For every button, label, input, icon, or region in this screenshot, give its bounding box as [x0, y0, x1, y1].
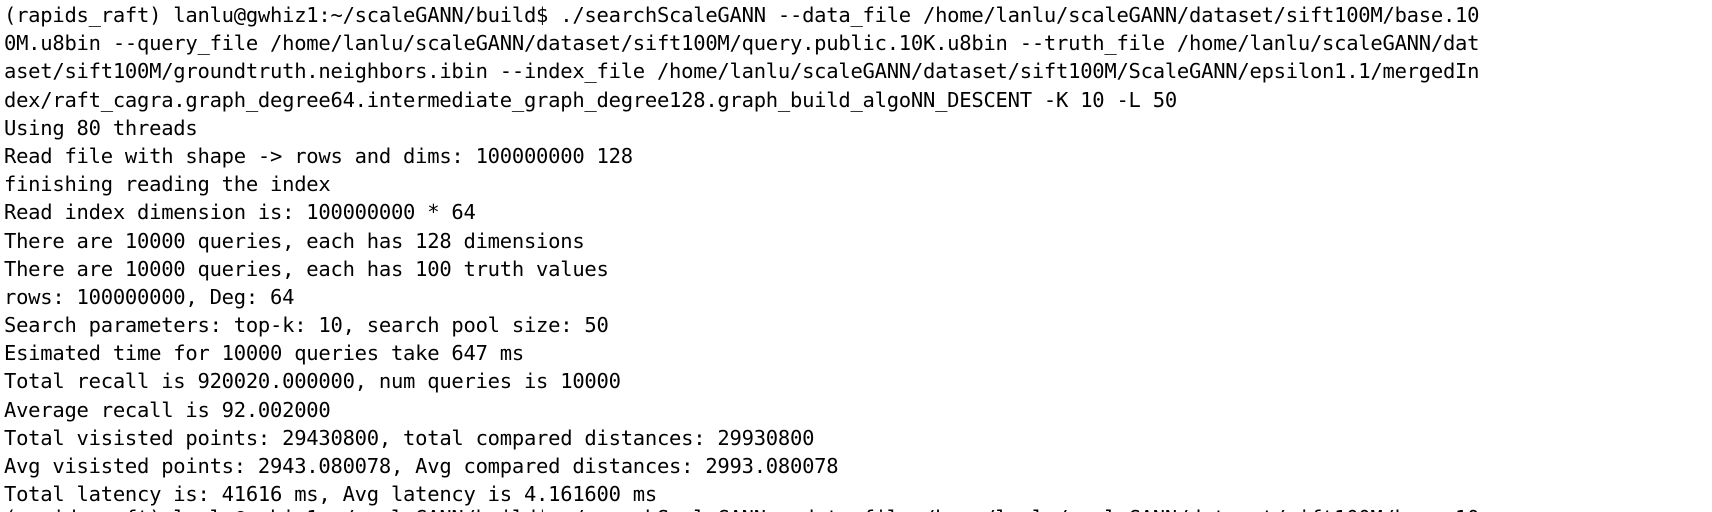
terminal-output-line: Using 80 threads	[4, 115, 198, 140]
terminal-output-line: Read index dimension is: 100000000 * 64	[4, 200, 476, 225]
terminal-next-command-line: (rapids_raft) lanlu@gwhiz1:~/scaleGANN/b…	[4, 504, 1479, 512]
terminal-output-line: finishing reading the index	[4, 172, 331, 197]
terminal-output-line: Search parameters: top-k: 10, search poo…	[4, 313, 609, 338]
terminal-output-line: Read file with shape -> rows and dims: 1…	[4, 143, 633, 168]
terminal-output-line: Total visisted points: 29430800, total c…	[4, 425, 815, 450]
terminal-output-line: Total recall is 920020.000000, num queri…	[4, 369, 621, 394]
terminal-output-line: rows: 100000000, Deg: 64	[4, 284, 295, 309]
terminal-output-line: There are 10000 queries, each has 100 tr…	[4, 256, 609, 281]
terminal-output-line: There are 10000 queries, each has 128 di…	[4, 228, 585, 253]
terminal-output-line: Esimated time for 10000 queries take 647…	[4, 341, 524, 366]
terminal-window[interactable]: (rapids_raft) lanlu@gwhiz1:~/scaleGANN/b…	[0, 0, 1712, 512]
terminal-output-line: Average recall is 92.002000	[4, 397, 331, 422]
terminal-command-line-2: 0M.u8bin --query_file /home/lanlu/scaleG…	[4, 31, 1480, 56]
terminal-command-line-3: aset/sift100M/groundtruth.neighbors.ibin…	[4, 59, 1480, 84]
terminal-output-line: Avg visisted points: 2943.080078, Avg co…	[4, 454, 839, 478]
terminal-command-line-1: (rapids_raft) lanlu@gwhiz1:~/scaleGANN/b…	[4, 3, 1480, 27]
terminal-command-line-4: dex/raft_cagra.graph_degree64.intermedia…	[4, 87, 1177, 112]
